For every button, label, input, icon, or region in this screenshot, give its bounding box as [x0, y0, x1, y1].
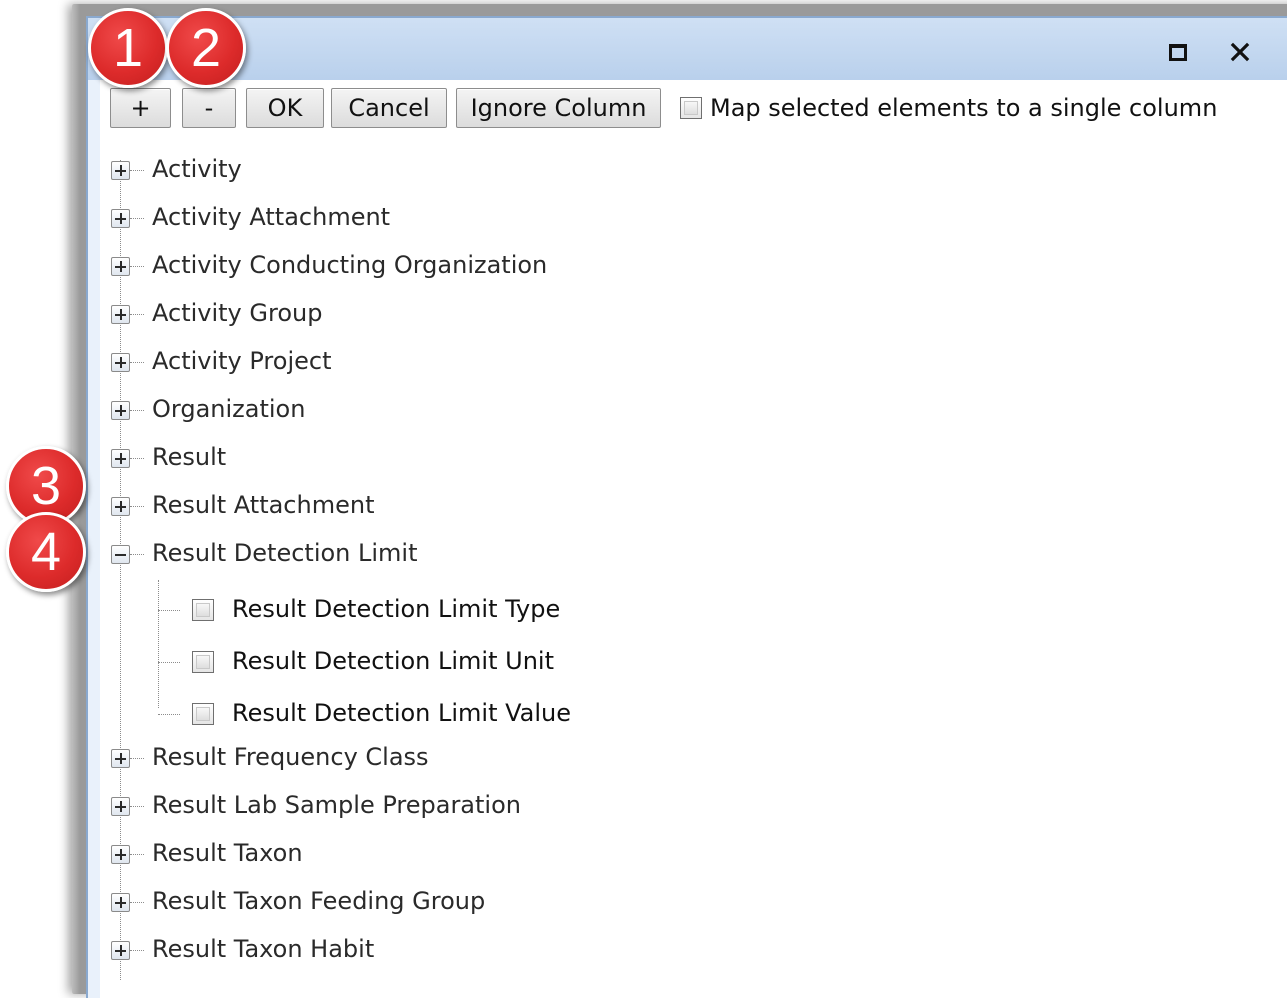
tree-connector [130, 314, 144, 315]
tree-connector [158, 610, 180, 611]
map-single-column-checkbox[interactable] [680, 97, 702, 119]
expand-icon[interactable] [111, 257, 130, 276]
tree-connector [130, 410, 144, 411]
ignore-column-button[interactable]: Ignore Column [456, 88, 661, 128]
expand-icon[interactable] [111, 449, 130, 468]
add-button[interactable]: + [110, 88, 171, 128]
tree-connector [158, 714, 180, 715]
expand-icon[interactable] [111, 401, 130, 420]
tree-node-label[interactable]: Activity Group [152, 299, 322, 327]
tree-connector [130, 218, 144, 219]
title-bar[interactable] [88, 18, 1287, 80]
tree-child-item[interactable]: Result Detection Limit Type [100, 588, 900, 632]
ok-button[interactable]: OK [246, 88, 324, 128]
callout-badge-4: 4 [6, 512, 86, 592]
close-button[interactable] [1226, 38, 1254, 66]
tree-connector [130, 902, 144, 903]
tree-node-label[interactable]: Activity Conducting Organization [152, 251, 547, 279]
tree-connector [130, 554, 144, 555]
tree-node[interactable]: Result Taxon Feeding Group [100, 884, 900, 924]
callout-badge-2: 2 [166, 8, 246, 88]
tree-node[interactable]: Result Frequency Class [100, 740, 900, 780]
tree-node-label[interactable]: Organization [152, 395, 305, 423]
tree-node[interactable]: Result Lab Sample Preparation [100, 788, 900, 828]
tree-node[interactable]: Result Detection Limit [100, 536, 900, 576]
tree-node-label[interactable]: Activity [152, 155, 242, 183]
tree-node-label[interactable]: Result Taxon Habit [152, 935, 374, 963]
tree-connector [158, 662, 180, 663]
element-checkbox-label[interactable]: Result Detection Limit Type [232, 595, 560, 623]
tree-connector [130, 506, 144, 507]
tree-child-item[interactable]: Result Detection Limit Unit [100, 640, 900, 684]
tree-node-label[interactable]: Result Taxon [152, 839, 303, 867]
tree-connector [130, 170, 144, 171]
callout-badge-1: 1 [88, 8, 168, 88]
tree-node-label[interactable]: Result Detection Limit [152, 539, 418, 567]
remove-button[interactable]: - [182, 88, 236, 128]
tree-node-label[interactable]: Activity Attachment [152, 203, 390, 231]
expand-icon[interactable] [111, 797, 130, 816]
maximize-button[interactable] [1164, 38, 1192, 66]
map-single-column-label[interactable]: Map selected elements to a single column [710, 94, 1217, 122]
tree-node[interactable]: Organization [100, 392, 900, 432]
tree-node[interactable]: Activity [100, 152, 900, 192]
tree-node[interactable]: Result [100, 440, 900, 480]
tree-node[interactable]: Activity Conducting Organization [100, 248, 900, 288]
element-checkbox-label[interactable]: Result Detection Limit Value [232, 699, 571, 727]
expand-icon[interactable] [111, 845, 130, 864]
expand-icon[interactable] [111, 305, 130, 324]
cancel-button[interactable]: Cancel [331, 88, 447, 128]
dialog-window: + - OK Cancel Ignore Column Map selected… [86, 16, 1287, 998]
tree-connector [130, 854, 144, 855]
element-checkbox[interactable] [192, 599, 214, 621]
element-checkbox-label[interactable]: Result Detection Limit Unit [232, 647, 554, 675]
expand-icon[interactable] [111, 209, 130, 228]
tree-node[interactable]: Result Attachment [100, 488, 900, 528]
tree-node[interactable]: Activity Group [100, 296, 900, 336]
tree-node-label[interactable]: Activity Project [152, 347, 332, 375]
tree-node[interactable]: Activity Attachment [100, 200, 900, 240]
expand-icon[interactable] [111, 497, 130, 516]
tree-node[interactable]: Result Taxon Habit [100, 932, 900, 972]
close-icon [1230, 42, 1250, 62]
tree-connector [130, 362, 144, 363]
maximize-icon [1169, 43, 1187, 61]
tree-connector [130, 266, 144, 267]
tree-node-label[interactable]: Result Frequency Class [152, 743, 429, 771]
dialog-content: + - OK Cancel Ignore Column Map selected… [100, 80, 1287, 998]
expand-icon[interactable] [111, 353, 130, 372]
expand-icon[interactable] [111, 161, 130, 180]
collapse-icon[interactable] [111, 545, 130, 564]
tree-node-label[interactable]: Result Lab Sample Preparation [152, 791, 521, 819]
tree-node[interactable]: Result Taxon [100, 836, 900, 876]
expand-icon[interactable] [111, 941, 130, 960]
tree-child-item[interactable]: Result Detection Limit Value [100, 692, 900, 736]
tree-node[interactable]: Activity Project [100, 344, 900, 384]
tree-connector [130, 950, 144, 951]
element-checkbox[interactable] [192, 703, 214, 725]
tree-connector [130, 806, 144, 807]
tree-connector [130, 458, 144, 459]
expand-icon[interactable] [111, 749, 130, 768]
element-checkbox[interactable] [192, 651, 214, 673]
tree-connector [130, 758, 144, 759]
tree-node-label[interactable]: Result [152, 443, 226, 471]
tree-node-label[interactable]: Result Taxon Feeding Group [152, 887, 485, 915]
expand-icon[interactable] [111, 893, 130, 912]
tree-node-label[interactable]: Result Attachment [152, 491, 374, 519]
